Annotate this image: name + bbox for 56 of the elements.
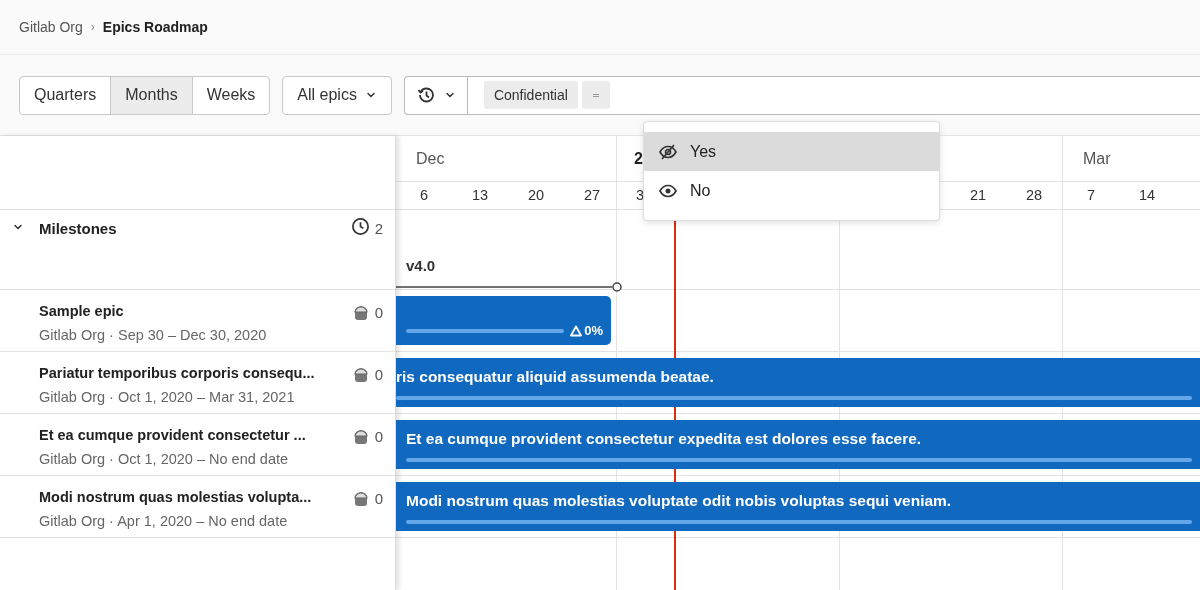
child-count: 0 — [374, 427, 383, 447]
epic-bar-title: Et ea cumque provident consectetur expedita est dolores esse facere. — [405, 429, 923, 450]
epics-dropdown[interactable]: All epics — [282, 75, 392, 115]
weight-icon — [570, 324, 583, 337]
epic-icon — [352, 491, 369, 508]
day-label: 14 — [1138, 185, 1156, 205]
breadcrumb-link[interactable]: Gitlab Org — [19, 16, 83, 38]
epic-icon — [352, 305, 369, 322]
month-label: Mar — [1083, 148, 1111, 169]
history-icon — [415, 85, 436, 105]
epic-bar[interactable]: Modi nostrum quas molestias voluptate odit nobis voluptas sequi veniam. — [396, 482, 1200, 531]
milestones-label: Milestones — [39, 219, 117, 239]
epic-subtitle: Gitlab Org · Sep 30 – Dec 30, 2020 — [39, 325, 268, 345]
epic-title[interactable]: Pariatur temporibus corporis consequ... — [39, 363, 349, 385]
epic-subtitle: Gitlab Org · Oct 1, 2020 – Mar 31, 2021 — [39, 387, 296, 407]
month-label: Dec — [416, 148, 445, 169]
epic-title[interactable]: Sample epic — [39, 301, 349, 323]
milestone-label[interactable]: v4.0 — [406, 257, 436, 274]
child-count: 0 — [374, 489, 383, 509]
dropdown-item[interactable]: Yes — [644, 132, 939, 171]
epic-bar-title: ris consequatur aliquid assumenda beatae. — [396, 367, 715, 388]
view-tab[interactable]: Months — [110, 75, 193, 115]
epic-title[interactable]: Et ea cumque provident consectetur ... — [39, 425, 349, 447]
day-label: 3 — [635, 185, 645, 205]
clock-icon — [350, 217, 370, 236]
milestone-count: 2 — [374, 219, 383, 239]
token-icon — [592, 92, 599, 98]
filter-bar[interactable]: Confidential — [403, 75, 1200, 115]
epic-subtitle: Gitlab Org · Apr 1, 2020 – No end date — [39, 511, 289, 531]
view-tab[interactable]: Quarters — [19, 75, 112, 115]
day-label: 13 — [471, 185, 489, 205]
day-label: 27 — [583, 185, 601, 205]
epic-bar[interactable]: Et ea cumque provident consectetur expedita est dolores esse facere. — [396, 420, 1200, 469]
day-label: 20 — [527, 185, 545, 205]
epic-icon — [352, 429, 369, 446]
child-count: 0 — [374, 365, 383, 385]
day-label: 28 — [1025, 185, 1043, 205]
dropdown-item[interactable]: No — [644, 171, 939, 210]
breadcrumb-separator: › — [90, 19, 95, 36]
epic-bar[interactable]: 0% — [396, 296, 611, 345]
child-count: 0 — [374, 303, 383, 323]
epic-bar[interactable]: ris consequatur aliquid assumenda beatae. — [396, 358, 1200, 407]
day-label: 21 — [969, 185, 987, 205]
page-title: Epics Roadmap — [102, 17, 208, 37]
epic-bar-title: Modi nostrum quas molestias voluptate odit nobis voluptas sequi veniam. — [405, 491, 953, 512]
month-label: 2 — [634, 148, 643, 169]
epic-title[interactable]: Modi nostrum quas molestias volupta... — [39, 487, 349, 509]
epic-subtitle: Gitlab Org · Oct 1, 2020 – No end date — [39, 449, 290, 469]
eye-icon — [658, 183, 678, 198]
day-label: 7 — [1086, 185, 1096, 205]
progress-label: 0% — [584, 321, 603, 340]
eye-slash-icon — [658, 142, 678, 161]
epic-icon — [352, 367, 369, 384]
view-tab[interactable]: Weeks — [191, 75, 271, 115]
day-label: 6 — [419, 185, 429, 205]
filter-token[interactable]: Confidential — [483, 81, 578, 109]
